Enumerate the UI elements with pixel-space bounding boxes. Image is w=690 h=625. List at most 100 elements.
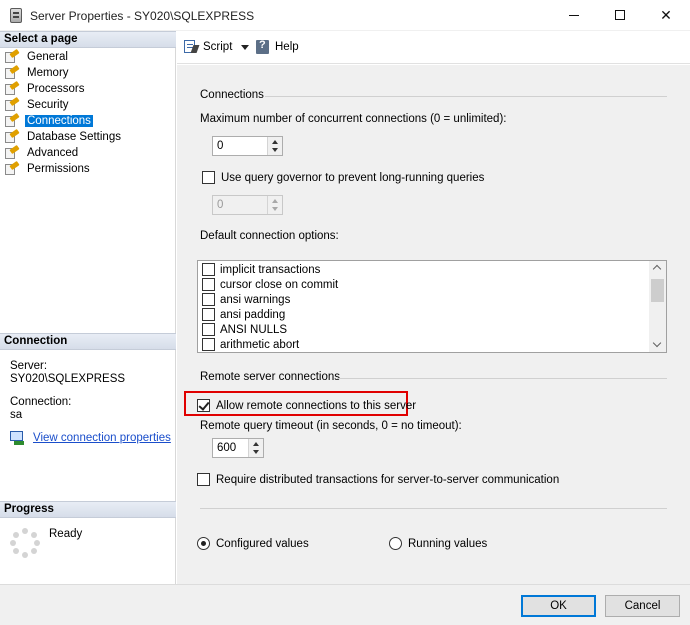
timeout-value: 600 [217, 442, 237, 454]
page-item-memory[interactable]: Memory [4, 64, 123, 81]
option-label: ANSI NULLS [220, 323, 288, 336]
select-page-header: Select a page [0, 31, 176, 48]
ok-button[interactable]: OK [521, 595, 596, 617]
page-item-database-settings[interactable]: Database Settings [4, 128, 123, 145]
page-wrench-icon [4, 112, 20, 128]
page-item-connections[interactable]: Connections [4, 112, 123, 129]
page-wrench-icon [4, 128, 20, 144]
option-label: arithmetic abort [220, 338, 300, 351]
option-checkbox[interactable] [202, 338, 215, 351]
page-item-label: Permissions [27, 163, 90, 175]
options-scrollbar[interactable] [649, 261, 666, 352]
query-governor-spin-buttons [267, 196, 282, 214]
page-item-label: Advanced [27, 147, 79, 159]
server-app-icon [10, 8, 22, 23]
list-item[interactable]: ansi warnings [202, 292, 290, 307]
option-checkbox[interactable] [202, 293, 215, 306]
connection-label: Connection: [10, 396, 72, 408]
page-wrench-icon [4, 48, 20, 64]
minimize-button[interactable] [551, 0, 597, 30]
toolbar: Script Help [177, 31, 690, 64]
option-label: ansi warnings [220, 293, 291, 306]
page-item-advanced[interactable]: Advanced [4, 144, 123, 161]
configured-values-radio[interactable]: Configured values [197, 537, 309, 550]
page-item-general[interactable]: General [4, 48, 123, 65]
page-item-security[interactable]: Security [4, 96, 123, 113]
distributed-label: Require distributed transactions for ser… [216, 473, 560, 486]
query-governor-box[interactable] [202, 171, 215, 184]
page-item-permissions[interactable]: Permissions [4, 160, 123, 177]
max-connections-label: Maximum number of concurrent connections… [200, 113, 507, 125]
page-item-label: Processors [27, 83, 85, 95]
connections-divider [265, 96, 667, 97]
list-item[interactable]: implicit transactions [202, 262, 320, 277]
distributed-checkbox[interactable]: Require distributed transactions for ser… [197, 473, 559, 486]
page-item-label: Database Settings [27, 131, 121, 143]
scroll-up-icon[interactable] [652, 264, 662, 274]
spin-down-icon [272, 207, 278, 211]
script-button[interactable]: Script [183, 40, 250, 54]
timeout-stepper[interactable]: 600 [212, 438, 264, 458]
query-governor-checkbox[interactable]: Use query governor to prevent long-runni… [202, 171, 484, 184]
option-checkbox[interactable] [202, 263, 215, 276]
page-item-label: Security [27, 99, 69, 111]
configured-radio-circle[interactable] [197, 537, 210, 550]
max-connections-spin-buttons[interactable] [267, 137, 282, 155]
connection-header: Connection [0, 333, 176, 350]
option-checkbox[interactable] [202, 323, 215, 336]
list-item[interactable]: ANSI NULLS [202, 322, 287, 337]
server-label: Server: [10, 360, 48, 372]
allow-remote-checkbox[interactable]: Allow remote connections to this server [197, 399, 416, 412]
scroll-down-icon[interactable] [652, 338, 662, 348]
page-list: General Memory Processors Security Conne… [4, 48, 123, 177]
max-connections-stepper[interactable]: 0 [212, 136, 283, 156]
page-item-label: General [27, 51, 68, 63]
help-button[interactable]: Help [255, 39, 299, 54]
running-radio-circle[interactable] [389, 537, 402, 550]
running-values-radio[interactable]: Running values [389, 537, 487, 550]
page-wrench-icon [4, 64, 20, 80]
page-item-processors[interactable]: Processors [4, 80, 123, 97]
option-checkbox[interactable] [202, 278, 215, 291]
spin-down-icon[interactable] [253, 450, 259, 454]
option-checkbox[interactable] [202, 308, 215, 321]
remote-divider [337, 378, 667, 379]
connection-value: sa [10, 409, 23, 421]
window-title: Server Properties - SY020\SQLEXPRESS [30, 9, 255, 23]
remote-group-title: Remote server connections [200, 371, 340, 383]
values-divider [200, 508, 667, 509]
dialog-button-bar: OK Cancel [0, 584, 690, 625]
page-item-label: Memory [27, 67, 69, 79]
view-connection-link[interactable]: View connection properties [33, 432, 171, 444]
list-item[interactable]: cursor close on commit [202, 277, 338, 292]
list-item[interactable]: arithmetic abort [202, 337, 299, 352]
list-item[interactable]: ansi padding [202, 307, 285, 322]
title-bar: Server Properties - SY020\SQLEXPRESS ✕ [0, 0, 690, 31]
progress-header: Progress [0, 501, 176, 518]
spin-down-icon[interactable] [272, 148, 278, 152]
maximize-button[interactable] [597, 0, 643, 30]
max-connections-value: 0 [217, 140, 224, 152]
script-icon [183, 40, 200, 54]
page-wrench-icon [4, 144, 20, 160]
help-icon [255, 39, 271, 54]
allow-remote-box[interactable] [197, 399, 210, 412]
view-connection-properties[interactable]: View connection properties [10, 431, 171, 445]
script-label: Script [203, 41, 233, 53]
option-label: cursor close on commit [220, 278, 339, 291]
distributed-box[interactable] [197, 473, 210, 486]
page-wrench-icon [4, 160, 20, 176]
cancel-button[interactable]: Cancel [605, 595, 680, 617]
connections-group-title: Connections [200, 89, 264, 101]
allow-remote-label: Allow remote connections to this server [216, 399, 417, 412]
script-dropdown-icon[interactable] [241, 44, 250, 50]
close-button[interactable]: ✕ [643, 0, 689, 30]
default-options-list[interactable]: implicit transactions cursor close on co… [197, 260, 667, 353]
scroll-thumb[interactable] [651, 279, 664, 302]
page-item-label: Connections [25, 115, 93, 127]
spin-up-icon[interactable] [272, 140, 278, 144]
timeout-spin-buttons[interactable] [248, 439, 263, 457]
spin-up-icon[interactable] [253, 442, 259, 446]
help-label: Help [275, 41, 299, 53]
spin-up-icon [272, 199, 278, 203]
